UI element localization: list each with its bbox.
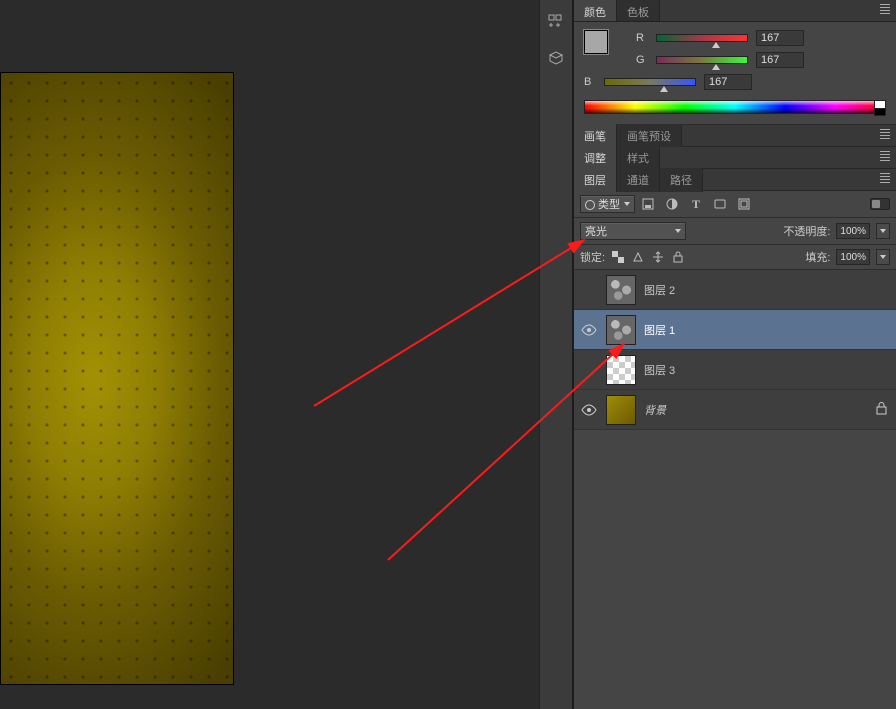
b-label: B	[584, 76, 596, 88]
fill-label[interactable]: 填充:	[805, 249, 830, 265]
layer-thumbnail[interactable]	[606, 275, 636, 305]
layer-row[interactable]: 图层 1	[574, 310, 896, 350]
layer-filter-row: 类型 T	[574, 191, 896, 218]
blend-mode-dropdown[interactable]: 亮光	[580, 222, 686, 240]
panel-menu-icon[interactable]	[878, 4, 892, 16]
g-label: G	[636, 54, 648, 66]
tab-swatches[interactable]: 色板	[617, 0, 660, 21]
filter-smart-icon[interactable]	[737, 197, 751, 211]
layer-list: 图层 2 图层 1 图层 3 背景	[574, 270, 896, 430]
lock-position-icon[interactable]	[651, 250, 665, 264]
fg-color-swatch[interactable]	[584, 30, 608, 54]
blend-opacity-row: 亮光 不透明度: 100%	[574, 218, 896, 245]
layer-row[interactable]: 图层 3	[574, 350, 896, 390]
toolstrip-icon-2[interactable]	[542, 44, 570, 72]
layer-thumbnail[interactable]	[606, 355, 636, 385]
filter-toggle-switch[interactable]	[870, 198, 890, 210]
panel-menu-icon[interactable]	[878, 129, 892, 141]
filter-pixel-icon[interactable]	[641, 197, 655, 211]
color-panel-body: R 167 G 167 B 167	[574, 22, 896, 125]
layer-filter-icons: T	[641, 197, 751, 211]
filter-type-icon[interactable]: T	[689, 197, 703, 211]
tab-brush-preset[interactable]: 画笔预设	[617, 124, 682, 148]
panels-column: 颜色 色板 R 167 G 167 B	[573, 0, 896, 709]
g-slider-row: G 167	[636, 52, 886, 68]
tab-layers[interactable]: 图层	[574, 168, 617, 192]
layer-name[interactable]: 图层 2	[644, 282, 890, 298]
r-slider[interactable]	[656, 32, 748, 44]
layer-row[interactable]: 图层 2	[574, 270, 896, 310]
canvas-image[interactable]	[0, 72, 234, 685]
opacity-label[interactable]: 不透明度:	[783, 223, 830, 239]
b-value-input[interactable]: 167	[704, 74, 752, 90]
opacity-value[interactable]: 100%	[836, 223, 870, 239]
fill-value[interactable]: 100%	[836, 249, 870, 265]
layer-row[interactable]: 背景	[574, 390, 896, 430]
color-spectrum[interactable]	[584, 100, 886, 114]
r-value-input[interactable]: 167	[756, 30, 804, 46]
layer-visibility-icon[interactable]	[580, 401, 598, 419]
panel-menu-icon[interactable]	[878, 151, 892, 163]
toolstrip-icon-1[interactable]	[542, 8, 570, 36]
canvas-area[interactable]	[0, 0, 539, 709]
layer-visibility-icon[interactable]	[580, 321, 598, 339]
layer-name[interactable]: 图层 1	[644, 322, 890, 338]
b-slider[interactable]	[604, 76, 696, 88]
layer-name[interactable]: 背景	[644, 402, 868, 418]
tab-brush[interactable]: 画笔	[574, 124, 617, 148]
lock-label: 锁定:	[580, 249, 605, 265]
tab-channels[interactable]: 通道	[617, 168, 660, 192]
lock-transparent-icon[interactable]	[611, 250, 625, 264]
layer-thumbnail[interactable]	[606, 315, 636, 345]
panel-menu-icon[interactable]	[878, 173, 892, 185]
lock-all-icon[interactable]	[671, 250, 685, 264]
lock-pixels-icon[interactable]	[631, 250, 645, 264]
canvas-texture	[1, 73, 233, 684]
filter-adjust-icon[interactable]	[665, 197, 679, 211]
opacity-slider-toggle[interactable]	[876, 223, 890, 239]
tab-style[interactable]: 样式	[617, 146, 660, 170]
layer-lock-icon	[876, 402, 890, 418]
tab-paths[interactable]: 路径	[660, 168, 703, 192]
layer-thumbnail[interactable]	[606, 395, 636, 425]
adjust-panel-tabs: 调整 样式	[574, 147, 896, 169]
g-value-input[interactable]: 167	[756, 52, 804, 68]
color-panel-tabs: 颜色 色板	[574, 0, 896, 22]
lock-fill-row: 锁定: 填充: 100%	[574, 245, 896, 270]
layer-name[interactable]: 图层 3	[644, 362, 890, 378]
fill-slider-toggle[interactable]	[876, 249, 890, 265]
tab-adjust[interactable]: 调整	[574, 146, 617, 170]
blend-mode-value: 亮光	[585, 223, 607, 239]
b-slider-row: B 167	[584, 74, 886, 90]
g-slider[interactable]	[656, 54, 748, 66]
layer-type-filter-label: 类型	[598, 196, 620, 212]
lock-icons-group	[611, 250, 685, 264]
collapsed-panel-strip	[539, 0, 573, 709]
layers-panel-tabs: 图层 通道 路径	[574, 169, 896, 191]
r-slider-row: R 167	[636, 30, 886, 46]
filter-shape-icon[interactable]	[713, 197, 727, 211]
r-label: R	[636, 32, 648, 44]
fg-bg-swatches[interactable]	[584, 30, 618, 64]
tab-color[interactable]: 颜色	[574, 0, 617, 21]
brush-panel-tabs: 画笔 画笔预设	[574, 125, 896, 147]
layer-type-filter-dropdown[interactable]: 类型	[580, 195, 635, 213]
